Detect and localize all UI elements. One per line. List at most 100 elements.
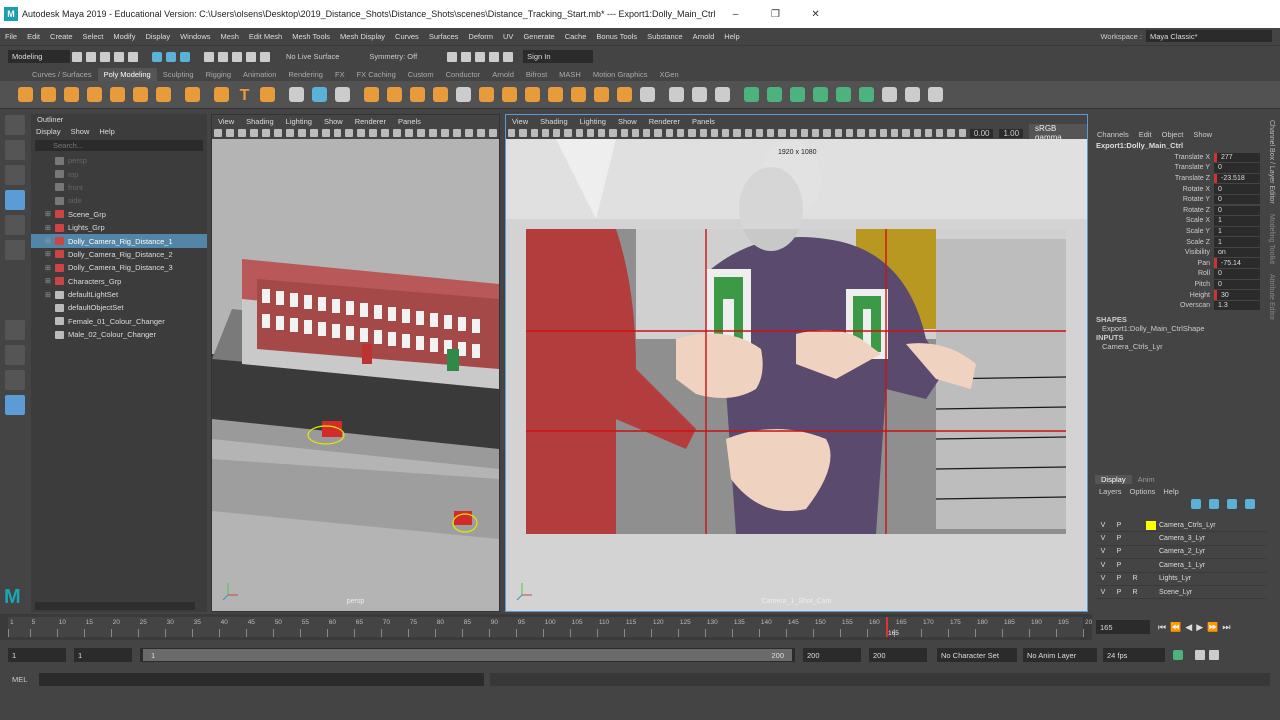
side-tab-channel-box[interactable]: Channel Box / Layer Editor	[1268, 114, 1275, 204]
viewport-tool-icon[interactable]	[778, 129, 786, 137]
viewport-tool-icon[interactable]	[834, 129, 842, 137]
menu-arnold[interactable]: Arnold	[688, 32, 720, 41]
channel-name[interactable]: Scale Y	[1092, 228, 1214, 235]
viewport-tool-icon[interactable]	[676, 129, 685, 137]
shelf-tab-conductor[interactable]: Conductor	[440, 68, 487, 81]
viewport-tool-icon[interactable]	[688, 129, 696, 137]
viewport-tool-icon[interactable]	[643, 129, 651, 137]
expand-icon[interactable]: ⊞	[45, 277, 53, 285]
boolean-union-icon[interactable]	[364, 87, 379, 102]
shelf-tab-rendering[interactable]: Rendering	[282, 68, 329, 81]
shelf-tab-arnold[interactable]: Arnold	[486, 68, 520, 81]
hypershade-icon[interactable]	[489, 51, 500, 62]
viewport-tool-icon[interactable]	[297, 129, 306, 137]
channel-row[interactable]: Rotate Y0	[1092, 194, 1268, 205]
viewport-tool-icon[interactable]	[924, 129, 933, 137]
viewport-tool-icon[interactable]	[214, 129, 222, 137]
character-set-dropdown[interactable]: No Character Set	[937, 648, 1017, 662]
fill-hole-icon[interactable]	[548, 87, 563, 102]
channel-value[interactable]: 0	[1214, 194, 1260, 205]
viewport-tool-icon[interactable]	[541, 129, 550, 137]
layer-p-toggle[interactable]: P	[1111, 535, 1127, 542]
channel-row[interactable]: Scale Z1	[1092, 237, 1268, 248]
layer-v-toggle[interactable]: V	[1095, 562, 1111, 569]
viewport-tool-icon[interactable]	[237, 129, 246, 137]
vp2-menu-renderer[interactable]: Renderer	[643, 117, 686, 126]
automatic-uv-icon[interactable]	[669, 87, 684, 102]
layer-color-swatch[interactable]	[1146, 561, 1156, 570]
outliner-item[interactable]: ⊞ defaultLightSet	[31, 288, 207, 301]
menu-windows[interactable]: Windows	[175, 32, 215, 41]
viewport-tool-icon[interactable]	[958, 129, 966, 137]
vp1-menu-renderer[interactable]: Renderer	[349, 117, 392, 126]
super-shape-icon[interactable]	[214, 87, 229, 102]
mash-dynamics-icon[interactable]	[905, 87, 920, 102]
viewport-tool-icon[interactable]	[381, 129, 390, 137]
viewport-tool-icon[interactable]	[699, 129, 707, 137]
layer-row[interactable]: V P Camera_1_Lyr	[1095, 559, 1267, 573]
move-layer-down-icon[interactable]	[1209, 499, 1219, 509]
poly-sphere-icon[interactable]	[18, 87, 33, 102]
channel-name[interactable]: Rotate X	[1092, 186, 1214, 193]
channel-value[interactable]: -75.14	[1214, 258, 1260, 268]
snap-view-icon[interactable]	[246, 51, 256, 62]
undo-icon[interactable]	[114, 51, 124, 62]
playback-buttons[interactable]: ⏮⏪◀▶⏩⏭	[1158, 622, 1234, 633]
menu-help[interactable]: Help	[719, 32, 744, 41]
input-name[interactable]: Camera_Ctrls_Lyr	[1092, 342, 1268, 351]
menu-edit[interactable]: Edit	[22, 32, 45, 41]
vp1-menu-view[interactable]: View	[212, 117, 240, 126]
channel-name[interactable]: Rotate Y	[1092, 196, 1214, 203]
outliner-item[interactable]: front	[31, 181, 207, 194]
viewport-tool-icon[interactable]	[891, 129, 899, 137]
shelf-tab-sculpting[interactable]: Sculpting	[157, 68, 200, 81]
menu-select[interactable]: Select	[78, 32, 109, 41]
time-slider[interactable]: 1 5 10 15 20 25 30 35 40 45 50 55 60 65 70 75 80 85 90 95 10…	[0, 614, 1096, 640]
shelf-tab-motion-graphics[interactable]: Motion Graphics	[587, 68, 654, 81]
mash-network-icon[interactable]	[744, 87, 759, 102]
outliner-menu-help[interactable]: Help	[94, 127, 119, 136]
menu-modify[interactable]: Modify	[108, 32, 140, 41]
menu-edit-mesh[interactable]: Edit Mesh	[244, 32, 287, 41]
anim-end-field[interactable]: 200	[869, 648, 927, 662]
outliner-item[interactable]: side	[31, 194, 207, 207]
viewport-tool-icon[interactable]	[453, 129, 462, 137]
poly-plane-icon[interactable]	[133, 87, 148, 102]
channel-row[interactable]: Translate X 277	[1092, 152, 1268, 163]
new-scene-icon[interactable]	[72, 51, 82, 62]
viewport-tool-icon[interactable]	[800, 129, 809, 137]
select-by-component-icon[interactable]	[180, 51, 190, 62]
vp2-menu-shading[interactable]: Shading	[534, 117, 574, 126]
mirror-icon[interactable]	[433, 87, 448, 102]
shelf-tab-custom[interactable]: Custom	[402, 68, 440, 81]
expand-icon[interactable]: ⊞	[45, 210, 53, 218]
layer-r-toggle[interactable]: R	[1127, 575, 1143, 582]
shelf-tab-xgen[interactable]: XGen	[653, 68, 684, 81]
move-layer-up-icon[interactable]	[1191, 499, 1201, 509]
offset-loop-icon[interactable]	[640, 87, 655, 102]
vp2-menu-view[interactable]: View	[506, 117, 534, 126]
auto-key-icon[interactable]	[1173, 650, 1183, 660]
viewport-tool-icon[interactable]	[508, 129, 516, 137]
viewport-tool-icon[interactable]	[285, 129, 294, 137]
render-settings-icon[interactable]	[475, 51, 486, 62]
bridge-icon[interactable]	[502, 87, 517, 102]
outliner-hscrollbar[interactable]	[35, 602, 195, 610]
viewport-tool-icon[interactable]	[789, 129, 797, 137]
menu-curves[interactable]: Curves	[390, 32, 424, 41]
channel-name[interactable]: Pitch	[1092, 281, 1214, 288]
snap-curve-icon[interactable]	[218, 51, 228, 62]
viewport-tool-icon[interactable]	[225, 129, 234, 137]
smooth-icon[interactable]	[456, 87, 471, 102]
shelf-tab-poly-modeling[interactable]: Poly Modeling	[97, 68, 157, 81]
viewport-tool-icon[interactable]	[429, 129, 438, 137]
viewport-tool-icon[interactable]	[733, 129, 741, 137]
exposure-field[interactable]: 0.00	[969, 128, 994, 138]
range-slider-handle[interactable]: 1 200	[143, 649, 792, 661]
anim-start-field[interactable]: 1	[8, 648, 66, 662]
channel-name[interactable]: Translate Y	[1092, 164, 1214, 171]
redo-icon[interactable]	[128, 51, 138, 62]
viewport-tool-icon[interactable]	[868, 129, 876, 137]
channel-name[interactable]: Pan	[1092, 260, 1214, 267]
layer-color-swatch[interactable]	[1146, 534, 1156, 543]
